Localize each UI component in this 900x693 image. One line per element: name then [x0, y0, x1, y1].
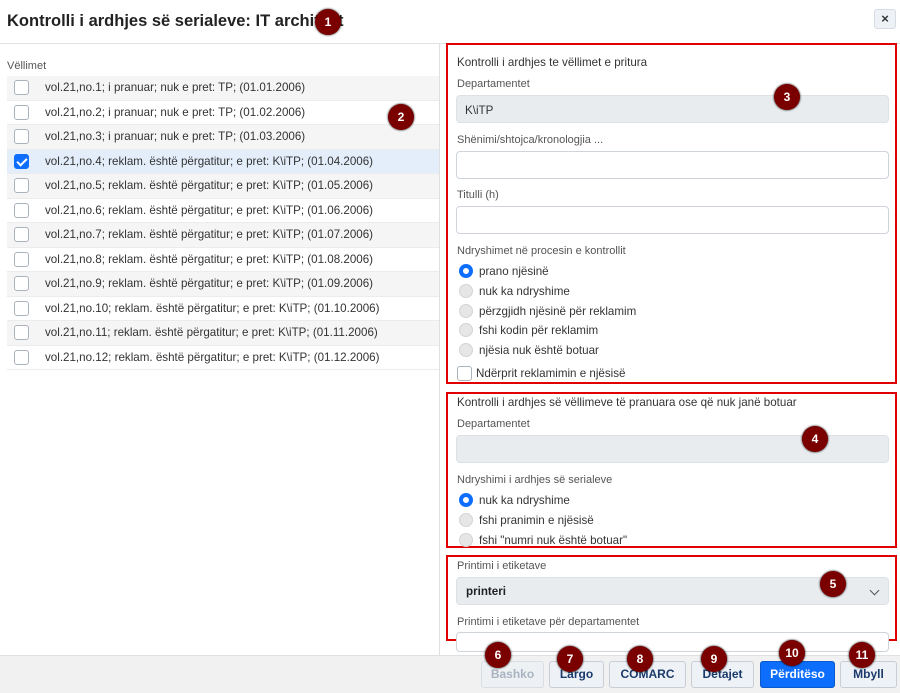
radio-delete-not-published-label: fshi "numri nuk është botuar"	[479, 534, 628, 547]
volumes-panel: Vëllimet vol.21,no.1; i pranuar; nuk e p…	[7, 44, 440, 656]
department-field[interactable]: K\iTP	[456, 95, 889, 123]
control-changes-label: Ndryshimet në procesin e kontrollit	[457, 245, 626, 257]
volume-checkbox-checked[interactable]	[14, 153, 29, 169]
volume-text: vol.21,no.2; i pranuar; nuk e pret: TP; …	[45, 105, 306, 119]
annotation-badge-7: 7	[557, 646, 583, 672]
radio-no-changes-label: nuk ka ndryshime	[479, 285, 570, 298]
dept-label-printing-field[interactable]	[456, 632, 889, 652]
radio-delete-not-published[interactable]	[459, 533, 473, 547]
label-printing-label: Printimi i etiketave	[457, 560, 547, 572]
volume-text: vol.21,no.7; reklam. është përgatitur; e…	[45, 228, 374, 241]
volume-text: vol.21,no.4; reklam. është përgatitur; e…	[45, 154, 374, 168]
serial-arrival-change-label: Ndryshimi i ardhjes së serialeve	[457, 474, 613, 486]
volume-row[interactable]: vol.21,no.6; reklam. është përgatitur; e…	[7, 199, 439, 223]
annotation-badge-2: 2	[388, 104, 414, 130]
window-title-bar: Kontrolli i ardhjes së serialeve: IT arc…	[0, 0, 900, 44]
volume-checkbox[interactable]	[14, 178, 29, 193]
volume-row[interactable]: vol.21,no.9; reklam. është përgatitur; e…	[7, 272, 439, 297]
volume-row[interactable]: vol.21,no.2; i pranuar; nuk e pret: TP; …	[7, 101, 439, 125]
annotation-badge-9: 9	[701, 646, 727, 672]
title-h-label: Titulli (h)	[457, 189, 499, 201]
annotation-badge-1: 1	[315, 9, 341, 35]
volume-row[interactable]: vol.21,no.5; reklam. është përgatitur; e…	[7, 174, 439, 199]
close-icon[interactable]: ×	[874, 9, 896, 29]
radio-delete-acceptance[interactable]	[459, 513, 473, 527]
volume-text: vol.21,no.10; reklam. është përgatitur; …	[45, 301, 380, 315]
annotation-badge-6: 6	[485, 642, 511, 668]
radio-delete-acceptance-label: fshi pranimin e njësisë	[479, 514, 594, 527]
radio-no-changes[interactable]	[459, 284, 473, 298]
volume-text: vol.21,no.8; reklam. është përgatitur; e…	[45, 252, 374, 266]
radio-accept-unit-label: prano njësinë	[479, 265, 549, 278]
received-section-title: Kontrolli i ardhjes së vëllimeve të pran…	[457, 396, 797, 409]
volumes-list: vol.21,no.1; i pranuar; nuk e pret: TP; …	[7, 76, 439, 370]
annotation-badge-5: 5	[820, 571, 846, 597]
annotation-badge-3: 3	[774, 84, 800, 110]
volume-text: vol.21,no.1; i pranuar; nuk e pret: TP; …	[45, 81, 306, 94]
volume-checkbox[interactable]	[14, 202, 29, 218]
annotation-badge-4: 4	[802, 426, 828, 452]
radio-delete-claim-code[interactable]	[459, 323, 473, 337]
printer-select-value: printeri	[466, 585, 506, 598]
interrupt-claim-checkbox[interactable]	[457, 366, 472, 381]
volume-text: vol.21,no.9; reklam. është përgatitur; e…	[45, 277, 374, 290]
annotation-badge-8: 8	[627, 646, 653, 672]
radio-not-published-label: njësia nuk është botuar	[479, 344, 599, 357]
radio-select-claim[interactable]	[459, 304, 473, 318]
volume-text: vol.21,no.11; reklam. është përgatitur; …	[45, 326, 378, 339]
title-h-field[interactable]	[456, 206, 889, 234]
radio-delete-claim-code-label: fshi kodin për reklamim	[479, 324, 599, 337]
volume-row[interactable]: vol.21,no.1; i pranuar; nuk e pret: TP; …	[7, 76, 439, 101]
volumes-label: Vëllimet	[7, 60, 47, 72]
volume-checkbox[interactable]	[14, 300, 29, 316]
volume-row[interactable]: vol.21,no.8; reklam. është përgatitur; e…	[7, 248, 439, 272]
radio-no-change-2[interactable]	[459, 493, 473, 507]
interrupt-claim-label: Ndërprit reklamimin e njësisë	[476, 367, 626, 380]
department-label-2: Departamentet	[457, 418, 530, 430]
volume-text: vol.21,no.6; reklam. është përgatitur; e…	[45, 203, 374, 217]
volume-text: vol.21,no.3; i pranuar; nuk e pret: TP; …	[45, 130, 306, 143]
volume-row[interactable]: vol.21,no.3; i pranuar; nuk e pret: TP; …	[7, 125, 439, 150]
annotation-badge-10: 10	[779, 640, 805, 666]
chevron-down-icon	[869, 585, 880, 596]
volume-checkbox[interactable]	[14, 349, 29, 365]
radio-no-change-2-label: nuk ka ndryshime	[479, 494, 570, 507]
note-label: Shënimi/shtojca/kronologjia ...	[457, 134, 604, 146]
volume-checkbox[interactable]	[14, 104, 29, 120]
volume-row[interactable]: vol.21,no.4; reklam. është përgatitur; e…	[7, 149, 439, 174]
volume-text: vol.21,no.12; reklam. është përgatitur; …	[45, 350, 380, 364]
dept-label-printing-label: Printimi i etiketave për departamentet	[457, 616, 640, 628]
volume-checkbox[interactable]	[14, 129, 29, 144]
volume-checkbox[interactable]	[14, 251, 29, 267]
update-button[interactable]: Përditëso	[760, 661, 835, 688]
volume-checkbox[interactable]	[14, 325, 29, 340]
volume-text: vol.21,no.5; reklam. është përgatitur; e…	[45, 179, 374, 192]
radio-accept-unit[interactable]	[459, 264, 473, 278]
volume-row[interactable]: vol.21,no.12; reklam. është përgatitur; …	[7, 346, 439, 370]
annotation-badge-11: 11	[849, 642, 875, 668]
radio-select-claim-label: përzgjidh njësinë për reklamim	[479, 305, 637, 318]
window-title: Kontrolli i ardhjes së serialeve: IT arc…	[7, 12, 344, 30]
volume-checkbox[interactable]	[14, 276, 29, 291]
note-field[interactable]	[456, 151, 889, 179]
expected-section-title: Kontrolli i ardhjes te vëllimet e pritur…	[457, 56, 648, 69]
department-label: Departamentet	[457, 78, 530, 90]
volume-checkbox[interactable]	[14, 80, 29, 95]
volume-row[interactable]: vol.21,no.11; reklam. është përgatitur; …	[7, 321, 439, 346]
volume-checkbox[interactable]	[14, 227, 29, 242]
radio-not-published[interactable]	[459, 343, 473, 357]
volume-row[interactable]: vol.21,no.7; reklam. është përgatitur; e…	[7, 223, 439, 248]
volume-row[interactable]: vol.21,no.10; reklam. është përgatitur; …	[7, 297, 439, 321]
